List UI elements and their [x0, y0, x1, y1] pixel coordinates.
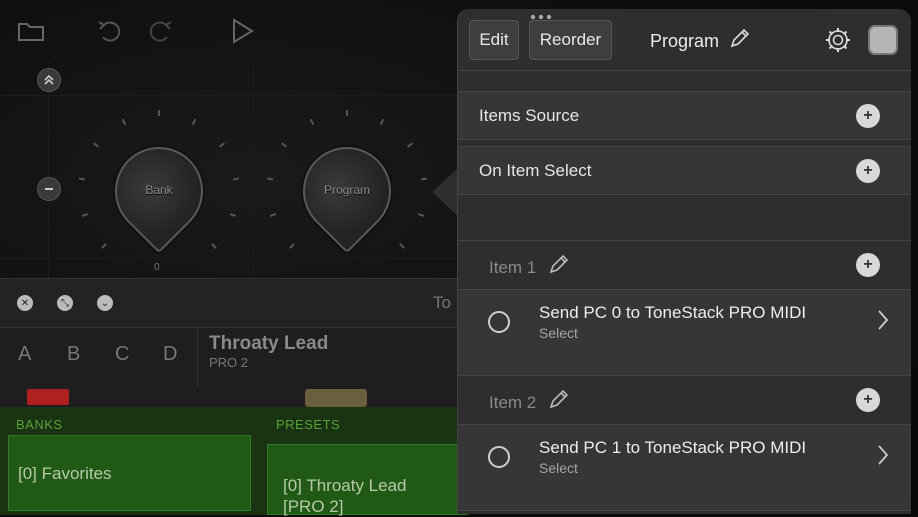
preset-item[interactable]: [0] Throaty Lead [PRO 2]: [267, 444, 467, 516]
pencil-icon[interactable]: [728, 28, 750, 50]
on-item-select-label: On Item Select: [479, 161, 592, 180]
device-thumbnail: [305, 389, 367, 407]
minus-icon[interactable]: [37, 177, 61, 201]
minimize-icon[interactable]: ⌄: [97, 295, 113, 311]
action-title: Send PC 1 to ToneStack PRO MIDI: [539, 438, 807, 457]
drag-handle[interactable]: [530, 9, 552, 20]
letter-tab-d[interactable]: D: [163, 343, 177, 366]
color-swatch-button[interactable]: [868, 25, 898, 55]
action-subtitle: Select: [539, 325, 578, 341]
lower-panel-title: To: [433, 293, 451, 312]
item-header: Item 1: [489, 258, 537, 277]
divider: [458, 70, 911, 71]
on-item-select-row[interactable]: On Item Select +: [458, 146, 911, 195]
bank-item[interactable]: [0] Favorites: [8, 435, 251, 511]
radio-button[interactable]: [488, 446, 510, 468]
folder-icon[interactable]: [16, 16, 46, 46]
close-icon[interactable]: ✕: [17, 295, 33, 311]
program-knob[interactable]: Program: [267, 111, 427, 271]
lower-panel-titlebar: ✕ ⤡ ⌄ To: [0, 279, 470, 328]
lower-panel: ✕ ⤡ ⌄ To A B C D Throaty Lead PRO 2 BANK…: [0, 278, 470, 516]
action-title: Send PC 0 to ToneStack PRO MIDI: [539, 303, 807, 322]
item-header: Item 2: [489, 393, 537, 412]
action-row[interactable]: Send PC 1 to ToneStack PRO MIDI Select: [458, 424, 911, 511]
preset-item-line1: [0] Throaty Lead: [283, 476, 407, 495]
action-row[interactable]: Send PC 0 to ToneStack PRO MIDI Select: [458, 289, 911, 376]
grid-line: [48, 60, 49, 280]
panel-title: Program: [650, 31, 720, 51]
add-icon[interactable]: +: [856, 388, 880, 412]
preset-device: PRO 2: [209, 355, 249, 370]
resize-icon[interactable]: ⤡: [57, 295, 73, 311]
properties-panel: Edit Reorder Program Items Source + On I…: [457, 9, 911, 514]
add-icon[interactable]: +: [856, 253, 880, 277]
chevron-right-icon[interactable]: [876, 308, 890, 332]
knob-label: Bank: [145, 183, 173, 197]
letter-tab-c[interactable]: C: [115, 343, 129, 366]
grid-line: [253, 60, 254, 280]
add-icon[interactable]: +: [856, 104, 880, 128]
bank-knob[interactable]: Bank: [79, 111, 239, 271]
radio-button[interactable]: [488, 311, 510, 333]
preset-name: Throaty Lead: [209, 333, 329, 354]
popover-arrow: [432, 168, 458, 216]
items-source-row[interactable]: Items Source +: [458, 91, 911, 140]
undo-icon[interactable]: [95, 16, 125, 46]
collapse-up-icon[interactable]: [37, 68, 61, 92]
reorder-button[interactable]: Reorder: [529, 20, 612, 60]
divider: [458, 240, 911, 241]
chevron-right-icon[interactable]: [876, 443, 890, 467]
edit-button[interactable]: Edit: [469, 20, 519, 60]
letter-tab-a[interactable]: A: [18, 343, 31, 366]
redo-icon[interactable]: [145, 16, 175, 46]
pencil-icon[interactable]: [547, 254, 569, 276]
divider: [197, 327, 198, 387]
knob-value: 0: [154, 262, 160, 273]
gear-icon[interactable]: [824, 26, 852, 54]
action-subtitle: Select: [539, 460, 578, 476]
items-source-label: Items Source: [479, 106, 580, 125]
device-thumbnail: [27, 389, 69, 405]
knob-label: Program: [323, 183, 370, 197]
letter-tab-b[interactable]: B: [67, 343, 80, 366]
pencil-icon[interactable]: [547, 389, 569, 411]
add-icon[interactable]: +: [856, 159, 880, 183]
grid-line: [0, 95, 460, 96]
banks-label: BANKS: [16, 417, 63, 432]
presets-label: PRESETS: [276, 417, 341, 432]
play-icon[interactable]: [228, 16, 258, 46]
